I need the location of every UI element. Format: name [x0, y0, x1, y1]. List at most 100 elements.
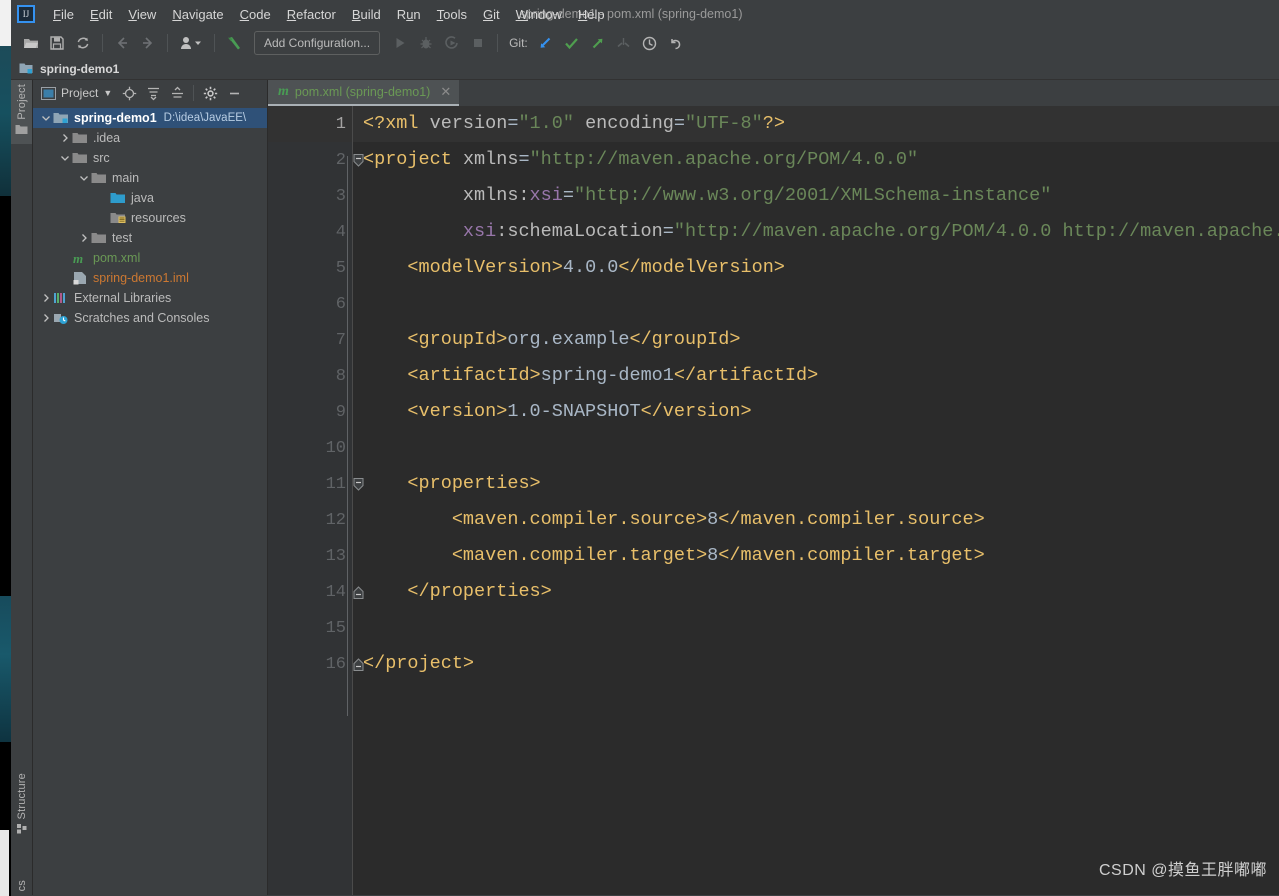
project-view-selector[interactable]: Project ▼: [37, 84, 116, 102]
code-line[interactable]: <properties>: [363, 466, 1279, 502]
menu-item-edit[interactable]: Edit: [82, 4, 120, 25]
code-line[interactable]: <maven.compiler.target>8</maven.compiler…: [363, 538, 1279, 574]
code-line[interactable]: [363, 430, 1279, 466]
tab-pom-xml[interactable]: m pom.xml (spring-demo1) ✕: [268, 80, 460, 106]
arrow-back-icon[interactable]: [110, 31, 134, 55]
code-line[interactable]: <?xml version="1.0" encoding="UTF-8"?>: [353, 106, 1279, 142]
chevron-right-icon[interactable]: [77, 228, 91, 248]
code-line[interactable]: [363, 286, 1279, 322]
breadcrumb[interactable]: spring-demo1: [11, 58, 1279, 80]
code-token-tag: </maven.compiler.target>: [718, 545, 985, 566]
git-update-project-icon[interactable]: [534, 31, 558, 55]
menu-item-code[interactable]: Code: [232, 4, 279, 25]
gear-icon[interactable]: [199, 82, 221, 104]
collapse-all-icon[interactable]: [166, 82, 188, 104]
menu-item-navigate[interactable]: Navigate: [164, 4, 231, 25]
undo-arrow-icon[interactable]: [664, 31, 688, 55]
code-line[interactable]: </project>: [363, 646, 1279, 682]
code-token-txt: 8: [707, 545, 719, 566]
code-line[interactable]: <groupId>org.example</groupId>: [363, 322, 1279, 358]
code-line[interactable]: xmlns:xsi="http://www.w3.org/2001/XMLSch…: [363, 178, 1279, 214]
chevron-down-icon[interactable]: [39, 108, 53, 128]
chevron-down-icon[interactable]: [58, 148, 72, 168]
code-line[interactable]: <modelVersion>4.0.0</modelVersion>: [363, 250, 1279, 286]
chevron-right-icon[interactable]: [58, 128, 72, 148]
code-token-tag: </maven.compiler.source>: [718, 509, 985, 530]
code-line[interactable]: <version>1.0-SNAPSHOT</version>: [363, 394, 1279, 430]
iml-file-icon: [72, 270, 88, 286]
code-token-tag: <properties>: [407, 473, 541, 494]
menu-item-run[interactable]: Run: [389, 4, 429, 25]
project-tool-window-header: Project ▼: [33, 80, 267, 106]
tree-item-label: src: [93, 151, 110, 165]
scroll-from-source-icon[interactable]: [118, 82, 140, 104]
tree-item-main[interactable]: main: [33, 168, 267, 188]
tree-item--idea[interactable]: .idea: [33, 128, 267, 148]
run-with-coverage-icon[interactable]: [440, 31, 464, 55]
menu-item-refactor[interactable]: Refactor: [279, 4, 344, 25]
maven-file-icon: m: [72, 250, 88, 266]
module-folder-icon: [19, 62, 34, 75]
menu-item-view[interactable]: View: [120, 4, 164, 25]
tree-item-pom-xml[interactable]: m pom.xml: [33, 248, 267, 268]
line-number-value: 10: [325, 438, 346, 458]
add-configuration-button[interactable]: Add Configuration...: [254, 31, 381, 55]
menu-item-git[interactable]: Git: [475, 4, 508, 25]
debug-bug-icon[interactable]: [414, 31, 438, 55]
fold-region-rail: [347, 156, 348, 716]
line-number: 7: [268, 322, 353, 358]
expand-all-icon[interactable]: [142, 82, 164, 104]
stop-square-icon[interactable]: [466, 31, 490, 55]
code-line[interactable]: <project xmlns="http://maven.apache.org/…: [363, 142, 1279, 178]
sidebar-item-structure[interactable]: Structure: [11, 769, 32, 839]
tree-item-spring-demo1[interactable]: spring-demo1 D:\idea\JavaEE\: [33, 108, 267, 128]
git-push-arrow-icon[interactable]: [586, 31, 610, 55]
tree-item-label: pom.xml: [93, 251, 141, 265]
menu-item-file[interactable]: File: [45, 4, 82, 25]
tree-item-src[interactable]: src: [33, 148, 267, 168]
user-profile-icon[interactable]: [175, 31, 207, 55]
code-line[interactable]: xsi:schemaLocation="http://maven.apache.…: [363, 214, 1279, 250]
editor-gutter[interactable]: 1 2 3 4 5 6 7 8 9 10 11 12 13 14 15 16: [268, 106, 364, 895]
code-token-punct: =: [562, 185, 574, 206]
tree-item-external-libraries[interactable]: External Libraries: [33, 288, 267, 308]
code-content[interactable]: <?xml version="1.0" encoding="UTF-8"?> <p…: [353, 106, 1279, 895]
save-icon[interactable]: [45, 31, 69, 55]
menu-item-window[interactable]: Window: [508, 4, 570, 25]
git-commit-checkmark-icon[interactable]: [560, 31, 584, 55]
close-icon[interactable]: ✕: [440, 84, 451, 100]
code-token-tag: <groupId>: [407, 329, 508, 350]
code-token-tag: <artifactId>: [407, 365, 541, 386]
project-tree[interactable]: spring-demo1 D:\idea\JavaEE\ .idea src main j…: [33, 106, 267, 895]
menu-item-build[interactable]: Build: [344, 4, 389, 25]
code-line[interactable]: </properties>: [363, 574, 1279, 610]
run-play-icon[interactable]: [388, 31, 412, 55]
chevron-down-icon[interactable]: [77, 168, 91, 188]
hide-minimize-icon[interactable]: [223, 82, 245, 104]
tree-item-spring-demo1-iml[interactable]: spring-demo1.iml: [33, 268, 267, 288]
tree-item-java[interactable]: java: [33, 188, 267, 208]
sidebar-item-project[interactable]: Project: [11, 80, 32, 144]
code-line[interactable]: <maven.compiler.source>8</maven.compiler…: [363, 502, 1279, 538]
code-token-txt: spring-demo1: [540, 365, 674, 386]
git-rollback-icon[interactable]: [612, 31, 636, 55]
tree-item-resources[interactable]: resources: [33, 208, 267, 228]
build-hammer-icon[interactable]: [222, 31, 246, 55]
code-token-val: "http://www.w3.org/2001/XMLSchema-instan…: [573, 185, 1052, 206]
source-folder-icon: [110, 190, 126, 206]
tree-item-scratches-and-consoles[interactable]: Scratches and Consoles: [33, 308, 267, 328]
git-history-clock-icon[interactable]: [638, 31, 662, 55]
sync-refresh-icon[interactable]: [71, 31, 95, 55]
folder-open-icon[interactable]: [19, 31, 43, 55]
arrow-forward-icon[interactable]: [136, 31, 160, 55]
menu-item-tools[interactable]: Tools: [429, 4, 475, 25]
menu-item-help[interactable]: Help: [570, 4, 613, 25]
line-number-value: 5: [335, 258, 346, 278]
code-line[interactable]: <artifactId>spring-demo1</artifactId>: [363, 358, 1279, 394]
chevron-right-icon[interactable]: [39, 308, 53, 328]
code-line[interactable]: [363, 610, 1279, 646]
chevron-right-icon[interactable]: [39, 288, 53, 308]
sidebar-item-favorites[interactable]: cs: [11, 876, 32, 895]
tree-item-test[interactable]: test: [33, 228, 267, 248]
